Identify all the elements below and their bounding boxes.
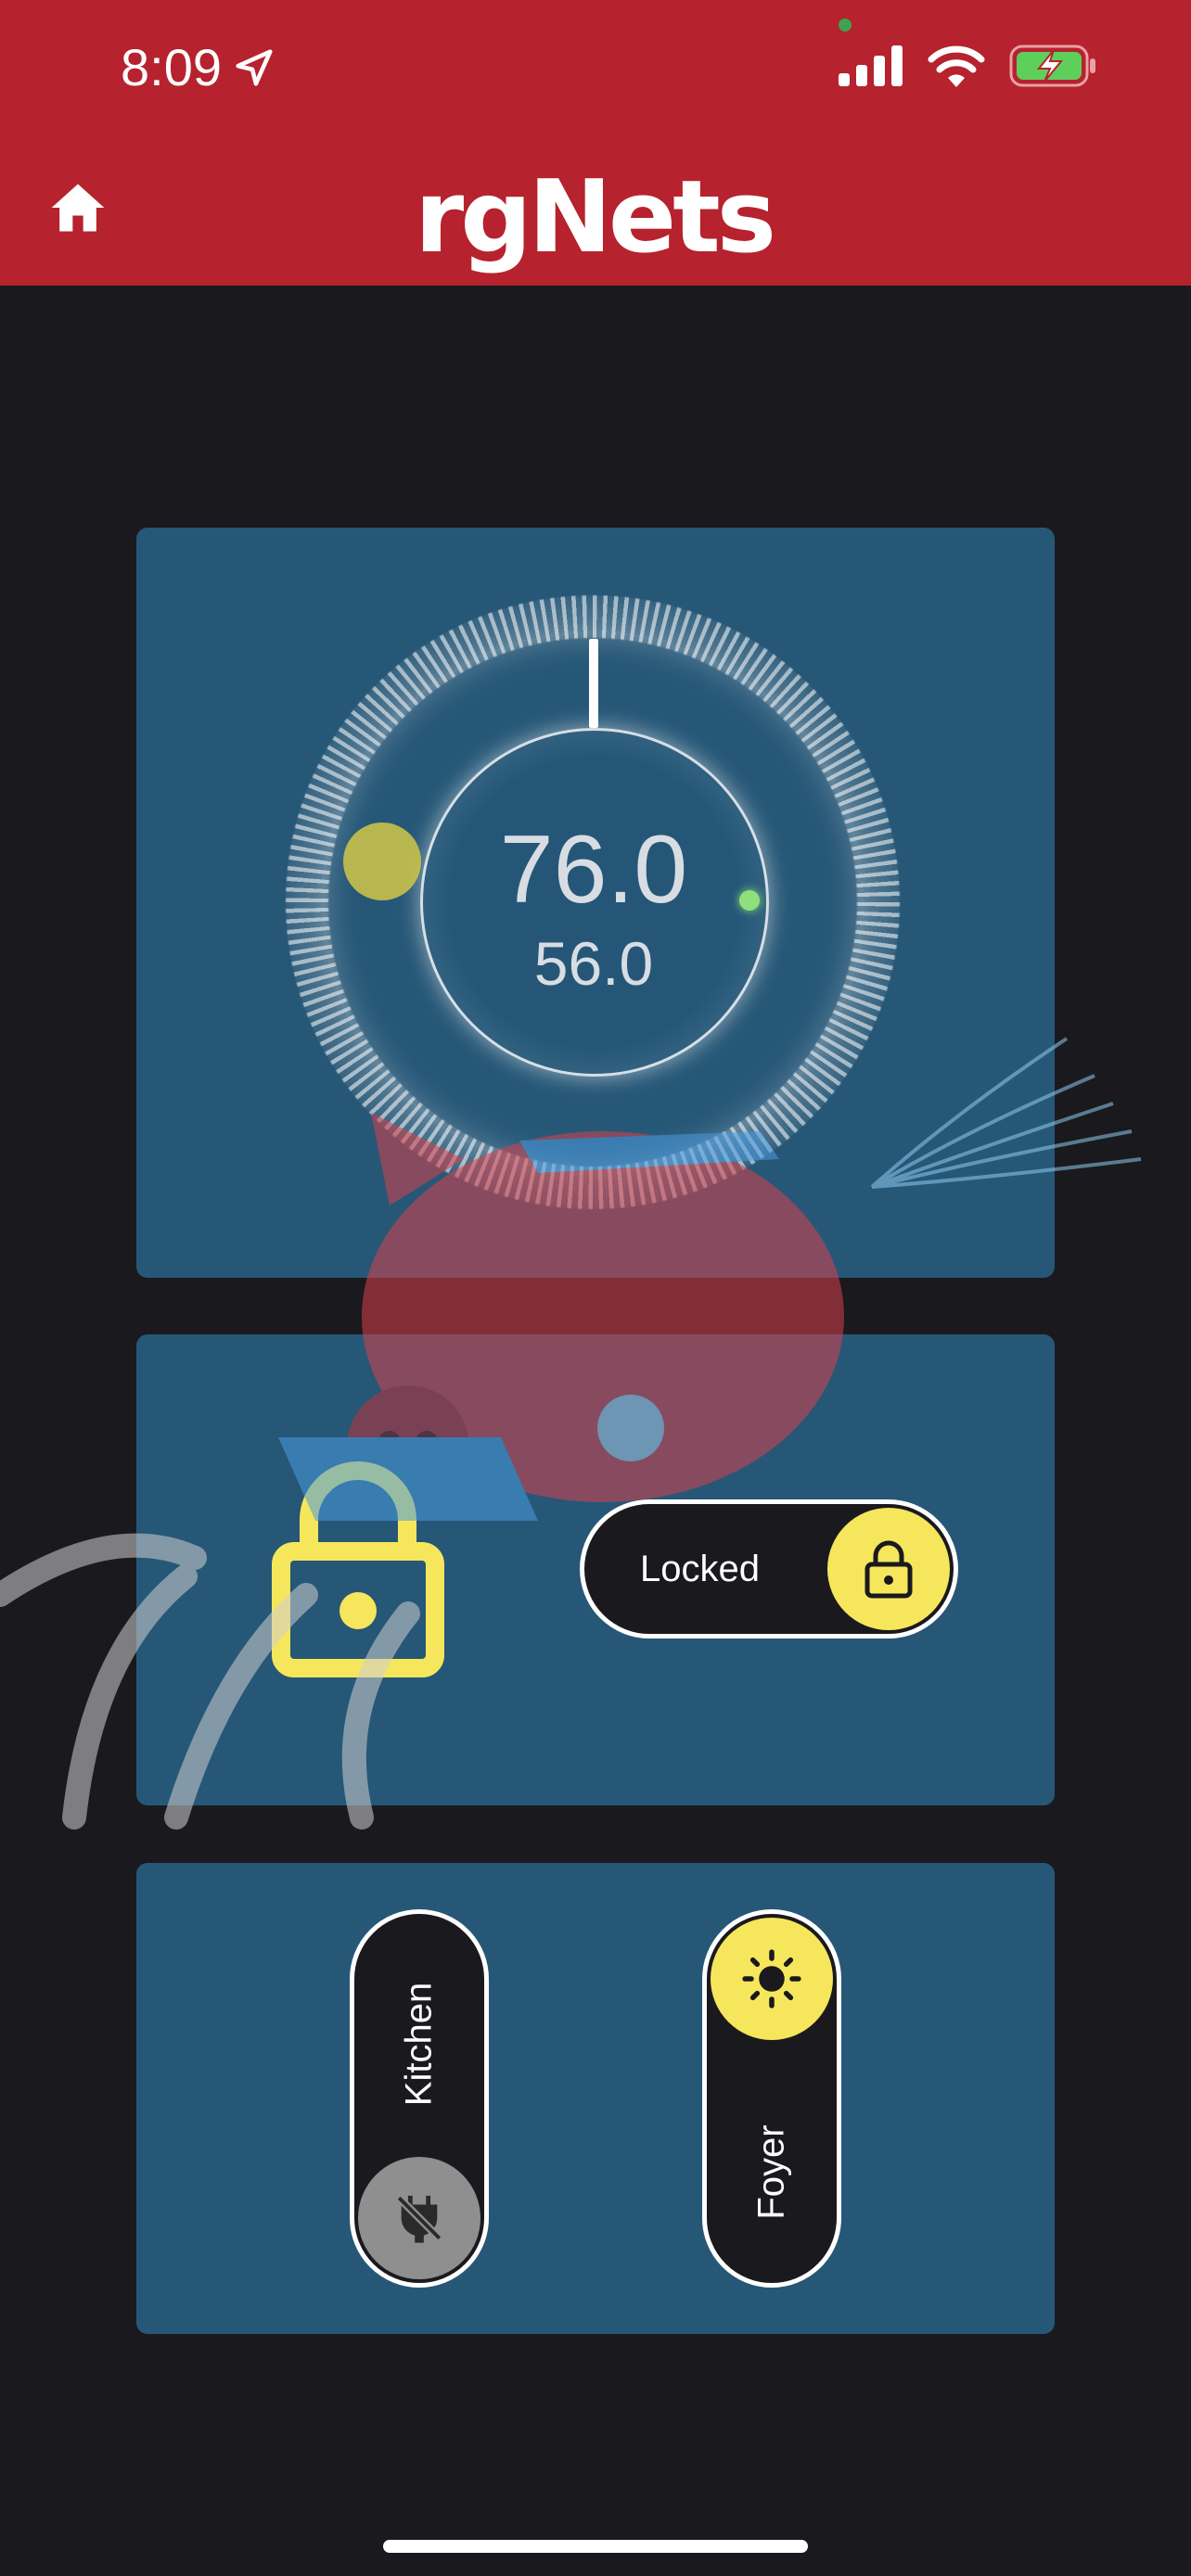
status-icons bbox=[839, 45, 1098, 87]
location-arrow-icon bbox=[236, 48, 273, 86]
home-indicator[interactable] bbox=[383, 2540, 808, 2553]
kitchen-label: Kitchen bbox=[398, 1982, 440, 2107]
kitchen-toggle-knob bbox=[358, 2157, 480, 2279]
lock-panel: Locked bbox=[136, 1334, 1055, 1805]
lights-panel: Kitchen Foyer bbox=[136, 1863, 1055, 2334]
wifi-icon bbox=[928, 45, 985, 87]
foyer-toggle[interactable]: Foyer bbox=[702, 1909, 841, 2288]
app-header: 8:09 rgNets bbox=[0, 0, 1191, 286]
padlock-icon bbox=[272, 1461, 444, 1677]
foyer-toggle-knob bbox=[711, 1918, 833, 2040]
signal-icon bbox=[839, 45, 903, 86]
setpoint-handle[interactable] bbox=[343, 823, 421, 900]
thermostat-setpoint: 76.0 bbox=[499, 816, 688, 924]
camera-indicator-dot bbox=[839, 19, 852, 32]
status-time: 8:09 bbox=[121, 37, 275, 97]
foyer-label: Foyer bbox=[750, 2124, 792, 2220]
status-time-text: 8:09 bbox=[121, 38, 222, 96]
thermostat-top-tick bbox=[589, 639, 598, 728]
brand-logo: rgNets bbox=[414, 159, 776, 275]
padlock-icon bbox=[864, 1540, 913, 1599]
plug-off-icon bbox=[396, 2195, 442, 2243]
lock-state-label: Locked bbox=[640, 1549, 760, 1589]
current-temp-indicator bbox=[739, 890, 760, 911]
lock-toggle[interactable]: Locked bbox=[580, 1499, 958, 1639]
kitchen-toggle[interactable]: Kitchen bbox=[350, 1909, 489, 2288]
sun-icon bbox=[742, 1949, 801, 2009]
home-icon bbox=[51, 184, 105, 232]
lock-toggle-knob bbox=[827, 1508, 950, 1630]
thermostat-current-temp: 56.0 bbox=[533, 929, 654, 998]
battery-charging-icon bbox=[1009, 45, 1095, 87]
thermostat-panel: 76.0 56.0 bbox=[136, 528, 1055, 1278]
home-button[interactable] bbox=[46, 176, 109, 239]
